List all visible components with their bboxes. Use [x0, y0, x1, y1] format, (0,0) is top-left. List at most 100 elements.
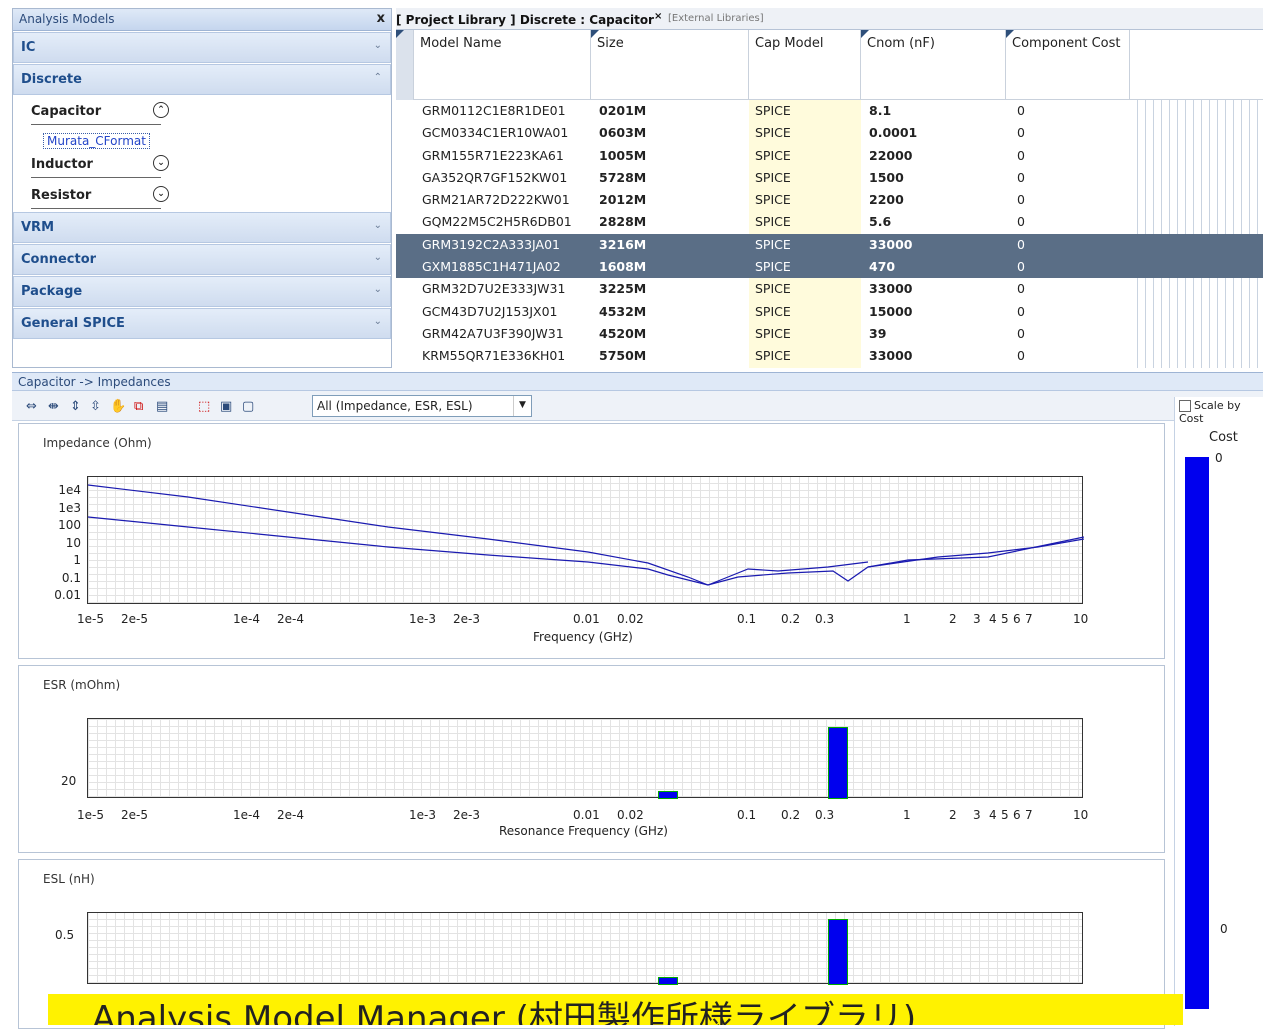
- table-row[interactable]: GRM21AR72D222KW01 2012M SPICE 2200 0: [396, 189, 1263, 211]
- table-row[interactable]: GRM155R71E223KA61 1005M SPICE 22000 0: [396, 145, 1263, 167]
- zoom-vertical-icon[interactable]: ⇳: [90, 399, 101, 414]
- table-cell: SPICE: [755, 325, 791, 341]
- close-icon[interactable]: ×: [654, 11, 662, 22]
- table-cell: 2828M: [599, 214, 647, 230]
- table-row[interactable]: GRM32D7U2E333JW31 3225M SPICE 33000 0: [396, 278, 1263, 300]
- group-vrm[interactable]: VRM ⌄: [13, 212, 391, 243]
- cost-color-bar: [1185, 457, 1209, 1009]
- pan-vertical-icon[interactable]: ⇕: [70, 399, 81, 414]
- table-cell: 0: [1017, 169, 1025, 185]
- table-cell: KRM55QR71E336KH01: [422, 348, 566, 364]
- group-ic[interactable]: IC ⌄: [13, 32, 391, 63]
- esr-plot: ESR (mOhm) 20 1e-5 2e-5 1e-4 2e-4 1e-3 2e-3 0.…: [18, 665, 1165, 853]
- esl-bar-1[interactable]: [658, 977, 678, 985]
- table-cell: SPICE: [755, 281, 791, 297]
- col-cap-model[interactable]: Cap Model: [749, 30, 861, 100]
- table-cell: SPICE: [755, 192, 791, 208]
- sub-resistor[interactable]: Resistor ⌄: [13, 180, 391, 211]
- table-cell: SPICE: [755, 236, 791, 252]
- table-row[interactable]: GXM1885C1H471JA02 1608M SPICE 470 0: [396, 256, 1263, 279]
- table-cell: 4520M: [599, 325, 647, 341]
- x-tick-label: 0.2: [781, 808, 801, 822]
- group-connector[interactable]: Connector ⌄: [13, 244, 391, 275]
- scale-by-cost-checkbox[interactable]: Scale by Cost: [1179, 399, 1263, 425]
- col-cnom[interactable]: Cnom (nF): [861, 30, 1006, 100]
- expand-icon[interactable]: ⌄: [153, 155, 169, 171]
- impedance-plot: Impedance (Ohm) 1e4 1e3 100 10 1 0.1 0.01 1e-5…: [18, 423, 1165, 659]
- group-general-spice[interactable]: General SPICE ⌄: [13, 308, 391, 339]
- table-cell: GRM3192C2A333JA01: [422, 236, 560, 252]
- reset-icon[interactable]: ▢: [242, 399, 254, 414]
- group-discrete[interactable]: Discrete ⌃: [13, 64, 391, 95]
- x-tick-label: 0.3: [815, 808, 835, 822]
- x-tick-label: 2e-5: [121, 808, 148, 822]
- zoom-horizontal-icon[interactable]: ⇼: [48, 399, 59, 414]
- x-tick-label: 2e-5: [121, 612, 148, 626]
- table-row[interactable]: GRM42A7U3F390JW31 4520M SPICE 39 0: [396, 323, 1263, 345]
- impedance-label: Impedance (Ohm): [43, 436, 152, 450]
- table-row[interactable]: GRM0112C1E8R1DE01 0201M SPICE 8.1 0: [396, 100, 1263, 122]
- table-row[interactable]: GRM3192C2A333JA01 3216M SPICE 33000 0: [396, 233, 1263, 257]
- esr-ytick: 20: [61, 774, 77, 788]
- table-cell: GCM0334C1ER10WA01: [422, 125, 569, 141]
- tab-capacitor[interactable]: [ Project Library ] Discrete : Capacitor…: [396, 11, 662, 27]
- copy-icon[interactable]: ⧉: [134, 399, 143, 414]
- table-row[interactable]: KRM55QR71E336KH01 5750M SPICE 33000 0: [396, 345, 1263, 367]
- pan-horizontal-icon[interactable]: ⇔: [26, 399, 37, 414]
- tab-external-libraries[interactable]: [External Libraries]: [668, 13, 764, 24]
- table-cell: 0: [1017, 125, 1025, 141]
- table-cell: 0: [1017, 325, 1025, 341]
- chevron-down-icon: ⌄: [373, 252, 382, 263]
- x-tick-label: 0.2: [781, 612, 801, 626]
- model-file-link[interactable]: Murata_CFormat: [43, 133, 150, 149]
- sub-inductor[interactable]: Inductor ⌄: [13, 149, 391, 180]
- table-cell: 33000: [869, 348, 913, 364]
- x-tick-label: 4: [989, 808, 997, 822]
- select-icon[interactable]: ⬚: [198, 399, 210, 414]
- image-icon[interactable]: ▤: [156, 399, 168, 414]
- table-row[interactable]: GCM43D7U2J153JX01 4532M SPICE 15000 0: [396, 301, 1263, 323]
- grid-header: Model Name Size Cap Model Cnom (nF) Comp…: [396, 30, 1263, 100]
- collapse-icon[interactable]: ⌃: [153, 102, 169, 118]
- esr-label: ESR (mOhm): [43, 678, 121, 692]
- col-component-cost[interactable]: Component Cost: [1006, 30, 1130, 100]
- x-tick-label: 0.1: [737, 808, 757, 822]
- esr-bar-1[interactable]: [658, 791, 678, 799]
- table-cell: SPICE: [755, 348, 791, 364]
- esl-bar-2[interactable]: [828, 919, 848, 985]
- col-size[interactable]: Size: [591, 30, 749, 100]
- impedance-curve-2: [88, 516, 1084, 586]
- x-tick-label: 0.02: [617, 612, 644, 626]
- table-cell: GRM155R71E223KA61: [422, 147, 564, 163]
- table-cell: GRM32D7U2E333JW31: [422, 281, 566, 297]
- x-tick-label: 7: [1025, 612, 1033, 626]
- plot-toolbar: ⇔ ⇼ ⇕ ⇳ ✋ ⧉ ▤ ⬚ ▣ ▢ All (Impedance, ESR,…: [12, 391, 1263, 421]
- table-cell: GXM1885C1H471JA02: [422, 259, 561, 275]
- group-package[interactable]: Package ⌄: [13, 276, 391, 307]
- table-row[interactable]: GCM0334C1ER10WA01 0603M SPICE 0.0001 0: [396, 122, 1263, 144]
- x-tick-label: 2e-4: [277, 612, 304, 626]
- fit-icon[interactable]: ▣: [220, 399, 232, 414]
- table-cell: SPICE: [755, 169, 791, 185]
- row-selector-header[interactable]: [396, 30, 414, 100]
- table-cell: 0: [1017, 103, 1025, 118]
- x-tick-label: 3: [973, 612, 981, 626]
- table-row[interactable]: GA352QR7GF152KW01 5728M SPICE 1500 0: [396, 167, 1263, 189]
- hand-icon[interactable]: ✋: [110, 399, 126, 414]
- table-cell: 0: [1017, 147, 1025, 163]
- table-cell: 39: [869, 325, 887, 341]
- table-cell: 0.0001: [869, 125, 918, 141]
- col-model-name[interactable]: Model Name: [414, 30, 591, 100]
- esr-bar-2[interactable]: [828, 727, 848, 799]
- plot-type-dropdown[interactable]: All (Impedance, ESR, ESL) ▼: [312, 395, 532, 417]
- table-cell: 0201M: [599, 103, 647, 118]
- table-cell: GA352QR7GF152KW01: [422, 169, 568, 185]
- table-row[interactable]: GQM22M5C2H5R6DB01 2828M SPICE 5.6 0: [396, 211, 1263, 233]
- close-icon[interactable]: x: [377, 11, 385, 26]
- expand-icon[interactable]: ⌄: [153, 186, 169, 202]
- table-cell: 5.6: [869, 214, 892, 230]
- impedance-curves: [88, 484, 1084, 586]
- x-tick-label: 5: [1001, 808, 1009, 822]
- table-cell: 1500: [869, 169, 904, 185]
- sub-capacitor[interactable]: Capacitor ⌃: [13, 96, 391, 127]
